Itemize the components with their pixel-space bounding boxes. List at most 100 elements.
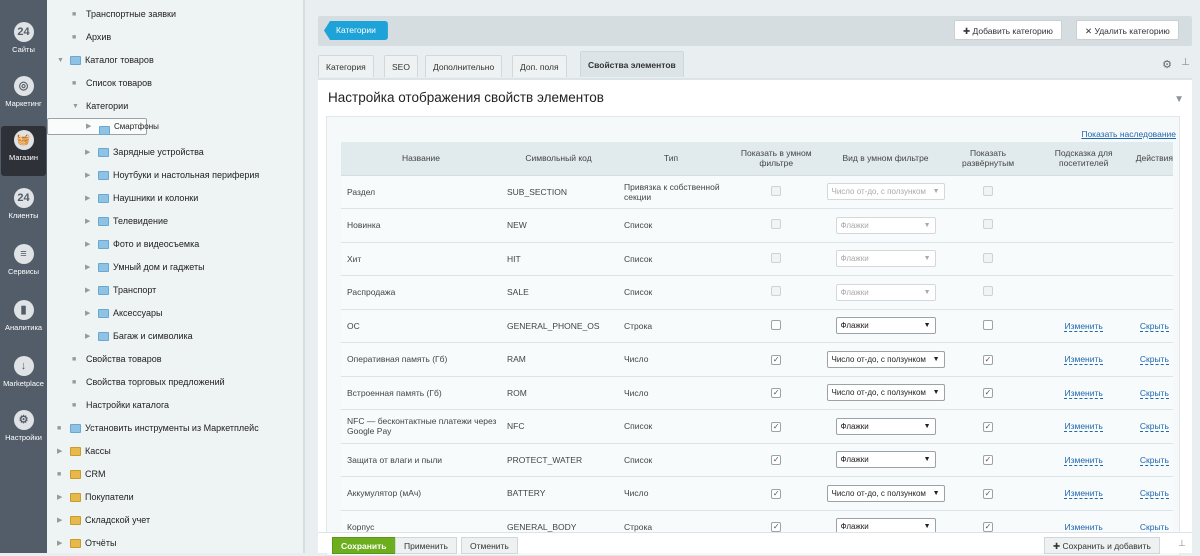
show-in-filter-checkbox[interactable]: ✓: [771, 354, 782, 365]
filter-view-select[interactable]: Флажки ▼: [835, 250, 936, 268]
show-in-filter-checkbox[interactable]: [771, 219, 782, 230]
filter-view-select[interactable]: Флажки ▼: [835, 283, 936, 301]
pin-icon[interactable]: ⊥: [1178, 538, 1186, 549]
hide-link[interactable]: Скрыть: [1139, 320, 1169, 332]
expand-arrow-icon[interactable]: ▶: [85, 302, 90, 325]
show-in-filter-checkbox[interactable]: ✓: [771, 522, 782, 533]
nav-3[interactable]: 24 Клиенты: [0, 184, 47, 234]
filter-view-select[interactable]: Число от-до, с ползунком ▼: [826, 183, 945, 201]
tree-item[interactable]: ▶ Кассы: [47, 440, 303, 463]
tree-item[interactable]: ■ Свойства торговых предложений: [47, 371, 303, 394]
save-and-add-button[interactable]: ✚ Сохранить и добавить: [1044, 537, 1160, 554]
filter-view-select[interactable]: Флажки ▼: [835, 317, 936, 335]
expand-arrow-icon[interactable]: ▼: [57, 49, 64, 72]
expand-arrow-icon[interactable]: ▶: [85, 164, 90, 187]
edit-hint-link[interactable]: Изменить: [1064, 387, 1103, 399]
tree-item[interactable]: ■ Транспортные заявки: [47, 3, 303, 26]
hide-link[interactable]: Скрыть: [1139, 354, 1169, 366]
tree-item[interactable]: ■ CRM: [47, 463, 303, 486]
expand-arrow-icon[interactable]: ▶: [85, 187, 90, 210]
expand-arrow-icon[interactable]: ▶: [85, 233, 90, 256]
tab-0[interactable]: Категория: [318, 55, 374, 77]
show-expanded-checkbox[interactable]: ✓: [983, 522, 994, 533]
show-expanded-checkbox[interactable]: [983, 185, 994, 196]
tree-item[interactable]: ▼ Каталог товаров: [47, 49, 303, 72]
tree-item[interactable]: ▶ Ноутбуки и настольная периферия: [47, 164, 303, 187]
tree-item[interactable]: ▼ Категории: [47, 95, 303, 118]
bullet-icon[interactable]: ■: [57, 463, 61, 486]
gear-icon[interactable]: ⚙: [1162, 58, 1172, 71]
filter-view-select[interactable]: Флажки ▼: [835, 451, 936, 469]
nav-7[interactable]: ⚙ Настройки: [0, 406, 47, 456]
hide-link[interactable]: Скрыть: [1139, 421, 1169, 433]
show-in-filter-checkbox[interactable]: [771, 252, 782, 263]
bullet-icon[interactable]: ■: [72, 26, 76, 49]
filter-view-select[interactable]: Число от-до, с ползунком ▼: [826, 484, 945, 502]
show-expanded-checkbox[interactable]: ✓: [983, 354, 994, 365]
nav-1[interactable]: ◎ Маркетинг: [0, 72, 47, 122]
tree-item[interactable]: ▶ Умный дом и гаджеты: [47, 256, 303, 279]
save-button[interactable]: Сохранить: [332, 537, 396, 554]
hide-link[interactable]: Скрыть: [1139, 387, 1169, 399]
tree-item[interactable]: ▶ Транспорт: [47, 279, 303, 302]
edit-hint-link[interactable]: Изменить: [1064, 421, 1103, 433]
expand-arrow-icon[interactable]: ▶: [86, 119, 91, 134]
tree-item[interactable]: ▶ Телевидение: [47, 210, 303, 233]
add-category-button[interactable]: ✚ Добавить категорию: [954, 20, 1062, 40]
tree-item[interactable]: ■ Архив: [47, 26, 303, 49]
show-expanded-checkbox[interactable]: [983, 319, 994, 330]
bullet-icon[interactable]: ■: [72, 72, 76, 95]
expand-arrow-icon[interactable]: ▶: [85, 141, 90, 164]
edit-hint-link[interactable]: Изменить: [1064, 320, 1103, 332]
filter-view-select[interactable]: Число от-до, с ползунком ▼: [826, 350, 945, 368]
edit-hint-link[interactable]: Изменить: [1064, 454, 1103, 466]
nav-4[interactable]: ≡ Сервисы: [0, 240, 47, 290]
tree-item[interactable]: ▶ Наушники и колонки: [47, 187, 303, 210]
bullet-icon[interactable]: ■: [72, 394, 76, 417]
tab-2[interactable]: Дополнительно: [425, 55, 503, 77]
tree-item[interactable]: ▶ Аксессуары: [47, 302, 303, 325]
expand-arrow-icon[interactable]: ▶: [85, 279, 90, 302]
tree-item[interactable]: ■ Установить инструменты из Маркетплейс: [47, 417, 303, 440]
delete-category-button[interactable]: ✕ Удалить категорию: [1076, 20, 1179, 40]
nav-6[interactable]: ↓ Marketplace: [0, 352, 47, 402]
filter-view-select[interactable]: Флажки ▼: [835, 216, 936, 234]
show-expanded-checkbox[interactable]: [983, 286, 994, 297]
cancel-button[interactable]: Отменить: [461, 537, 518, 554]
show-expanded-checkbox[interactable]: [983, 219, 994, 230]
show-in-filter-checkbox[interactable]: ✓: [771, 488, 782, 499]
bullet-icon[interactable]: ■: [72, 3, 76, 26]
expand-arrow-icon[interactable]: ▶: [85, 210, 90, 233]
show-inheritance-link[interactable]: Показать наследование: [1081, 129, 1176, 139]
show-in-filter-checkbox[interactable]: ✓: [771, 421, 782, 432]
tree-item[interactable]: ▶ Складской учет: [47, 509, 303, 532]
show-in-filter-checkbox[interactable]: ✓: [771, 388, 782, 399]
bullet-icon[interactable]: ■: [72, 348, 76, 371]
edit-hint-link[interactable]: Изменить: [1064, 488, 1103, 500]
show-expanded-checkbox[interactable]: [983, 252, 994, 263]
expand-arrow-icon[interactable]: ▶: [57, 486, 62, 509]
tab-4[interactable]: Свойства элементов: [580, 51, 684, 77]
tree-item[interactable]: ▶ Смартфоны: [47, 118, 159, 135]
expand-arrow-icon[interactable]: ▶: [57, 440, 62, 463]
tree-item[interactable]: ■ Список товаров: [47, 72, 303, 95]
tree-item[interactable]: ▶ Багаж и символика: [47, 325, 303, 348]
pin-icon[interactable]: ⊥: [1181, 57, 1190, 68]
show-expanded-checkbox[interactable]: ✓: [983, 488, 994, 499]
tree-item[interactable]: ▶ Фото и видеосъемка: [47, 233, 303, 256]
collapse-icon[interactable]: ▼: [1174, 94, 1184, 105]
apply-button[interactable]: Применить: [395, 537, 457, 554]
show-in-filter-checkbox[interactable]: [771, 185, 782, 196]
breadcrumb-categories[interactable]: Категории: [324, 21, 388, 40]
tree-item[interactable]: ▶ Покупатели: [47, 486, 303, 509]
tab-1[interactable]: SEO: [384, 55, 418, 77]
show-expanded-checkbox[interactable]: ✓: [983, 421, 994, 432]
bullet-icon[interactable]: ■: [72, 371, 76, 394]
show-expanded-checkbox[interactable]: ✓: [983, 388, 994, 399]
hide-link[interactable]: Скрыть: [1139, 454, 1169, 466]
tree-item[interactable]: ▶ Зарядные устройства: [47, 141, 303, 164]
tree-item[interactable]: ▶ Отчёты: [47, 532, 303, 555]
tree-item[interactable]: ■ Настройки каталога: [47, 394, 303, 417]
show-expanded-checkbox[interactable]: ✓: [983, 455, 994, 466]
tree-item[interactable]: ■ Свойства товаров: [47, 348, 303, 371]
